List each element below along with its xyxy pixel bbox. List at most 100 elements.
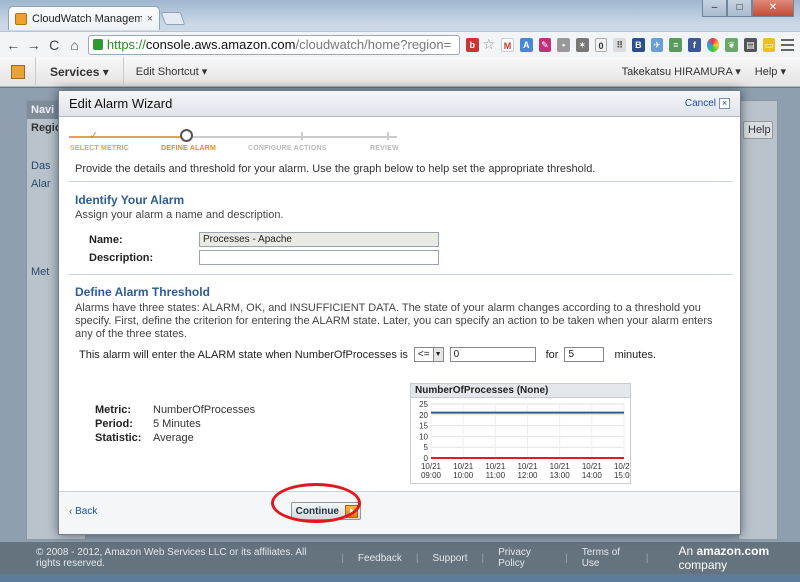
bookmark-star-icon[interactable]: ☆ — [483, 36, 496, 53]
statistic-label: Statistic: — [95, 432, 142, 444]
aws-logo[interactable] — [0, 56, 36, 87]
extension-lines-icon[interactable]: ≡ — [669, 37, 683, 52]
terms-of-use-link[interactable]: Terms of Use — [582, 547, 632, 569]
y-tick-label-2: 15 — [419, 422, 428, 431]
alarm-condition-row: This alarm will enter the ALARM state wh… — [79, 347, 656, 362]
extension-red-icon[interactable]: b — [465, 37, 479, 52]
feedback-link[interactable]: Feedback — [358, 553, 402, 564]
support-link[interactable]: Support — [432, 553, 467, 564]
translate-icon[interactable]: A — [519, 37, 533, 52]
url-path: /cloudwatch/home?region= — [295, 37, 452, 52]
x-tick-date-3: 10/21 — [517, 462, 538, 471]
x-tick-date-6: 10/21 — [614, 462, 630, 471]
minutes-label: minutes. — [614, 348, 657, 361]
gmail-icon[interactable]: M — [501, 37, 514, 52]
aws-console-header: Services ▾ Edit Shortcut ▾ Takekatsu HIR… — [0, 56, 800, 87]
threshold-description: Alarms have three states: ALARM, OK, and… — [75, 302, 713, 340]
y-tick-label-3: 10 — [419, 432, 428, 441]
threshold-input[interactable]: 0 — [449, 347, 536, 362]
user-menu[interactable]: Takekatsu HIRAMURA ▾ — [622, 65, 741, 78]
operator-select[interactable]: <= ▼ — [413, 347, 444, 362]
wizard-steps: ✓ SELECT METRIC DEFINE ALARM CONFIGURE A… — [59, 123, 740, 157]
lock-icon — [92, 39, 103, 50]
chart-title: NumberOfProcesses (None) — [411, 384, 630, 398]
extension-color-icon[interactable] — [706, 37, 720, 52]
close-icon: × — [719, 98, 730, 109]
extension-b-icon[interactable]: B — [632, 37, 645, 52]
chart-plot: 252015105010/2109:0010/2110:0010/2111:00… — [419, 400, 630, 480]
edit-shortcut-menu[interactable]: Edit Shortcut ▾ — [124, 65, 220, 78]
aws-favicon-icon — [15, 12, 27, 25]
browser-toolbar: ← → C ⌂ https://console.aws.amazon.com/c… — [0, 31, 800, 57]
reload-icon[interactable]: C — [47, 37, 61, 53]
highlight-annotation-circle — [271, 483, 361, 523]
back-button[interactable]: ‹ Back — [69, 506, 97, 517]
browser-chrome: CloudWatch Managemen × – □ ✕ ← → C ⌂ htt… — [0, 0, 800, 57]
operator-value: <= — [417, 349, 430, 360]
metric-chart: NumberOfProcesses (None) 25 20 15 10 5 0 10/21… — [410, 383, 631, 484]
y-tick-label-4: 5 — [424, 443, 429, 452]
x-tick-time-4: 13:00 — [550, 471, 571, 480]
metric-value: NumberOfProcesses — [153, 404, 256, 416]
new-tab-button[interactable] — [160, 12, 186, 25]
extension-gray-icon[interactable]: ▪ — [557, 37, 570, 52]
amazon-company-logo: An amazon.com company — [678, 544, 770, 572]
evernote-icon[interactable]: ❦ — [725, 37, 738, 52]
counter-badge[interactable]: 0 — [594, 37, 608, 52]
dropdown-arrow-icon: ▼ — [432, 348, 443, 361]
extension-pink-icon[interactable]: ✎ — [538, 37, 552, 52]
back-arrow-icon[interactable]: ← — [6, 37, 20, 53]
extension-dots-icon[interactable]: ⠿ — [613, 37, 627, 52]
step-select-metric: SELECT METRIC — [70, 145, 129, 152]
x-tick-date-2: 10/21 — [485, 462, 506, 471]
privacy-policy-link[interactable]: Privacy Policy — [498, 547, 551, 569]
extension-book-icon[interactable]: ▤ — [744, 37, 757, 52]
identify-section-title: Identify Your Alarm — [75, 193, 185, 207]
extension-yellow-icon[interactable]: ▭ — [762, 37, 776, 52]
background-help-button: Help — [743, 121, 773, 139]
extension-share-icon[interactable]: ✈ — [650, 37, 664, 52]
x-tick-date-4: 10/21 — [550, 462, 571, 471]
window-close-button[interactable]: ✕ — [752, 0, 794, 17]
tab-title: CloudWatch Managemen — [32, 12, 142, 25]
help-menu[interactable]: Help ▾ — [755, 65, 786, 78]
edit-alarm-wizard-dialog: Edit Alarm Wizard Cancel × ✓ SELECT METR… — [58, 90, 741, 535]
name-input[interactable]: Processes - Apache — [199, 232, 439, 247]
description-input[interactable] — [199, 250, 439, 265]
background-right-panel: Help — [738, 100, 778, 540]
x-tick-date-0: 10/21 — [421, 462, 442, 471]
minimize-button[interactable]: – — [702, 0, 727, 17]
home-icon[interactable]: ⌂ — [67, 37, 81, 53]
dialog-footer: ‹ Back Continue — [59, 491, 740, 534]
forward-arrow-icon[interactable]: → — [26, 37, 41, 53]
x-tick-date-5: 10/21 — [582, 462, 603, 471]
browser-menu-icon[interactable] — [781, 38, 794, 51]
y-tick-label-0: 25 — [419, 400, 428, 409]
maximize-button[interactable]: □ — [727, 0, 752, 17]
browser-tab[interactable]: CloudWatch Managemen × — [8, 6, 160, 30]
condition-prefix: This alarm will enter the ALARM state wh… — [79, 348, 408, 361]
intro-text: Provide the details and threshold for yo… — [75, 163, 596, 175]
step-current-icon — [180, 129, 193, 142]
address-bar[interactable]: https://console.aws.amazon.com/cloudwatc… — [87, 34, 460, 55]
threshold-section-title: Define Alarm Threshold — [75, 285, 210, 299]
x-tick-date-1: 10/21 — [453, 462, 474, 471]
x-tick-time-6: 15:00 — [614, 471, 630, 480]
cancel-button[interactable]: Cancel × — [685, 98, 730, 109]
tab-close-icon[interactable]: × — [147, 13, 153, 25]
period-value: 5 Minutes — [153, 418, 201, 430]
dialog-title-bar: Edit Alarm Wizard Cancel × — [59, 91, 740, 117]
step-done-check-icon: ✓ — [89, 130, 99, 142]
x-tick-time-5: 14:00 — [582, 471, 603, 480]
description-label: Description: — [89, 252, 154, 264]
periods-input[interactable]: 5 — [564, 347, 605, 362]
identify-section-subtitle: Assign your alarm a name and description… — [75, 209, 284, 221]
url-host: console.aws.amazon.com — [145, 37, 296, 52]
extension-f-icon[interactable]: f — [688, 37, 701, 52]
cancel-label: Cancel — [684, 98, 716, 109]
url-scheme: https:// — [106, 37, 146, 52]
wrench-icon[interactable]: ✶ — [575, 37, 589, 52]
step-review: REVIEW — [370, 145, 399, 152]
page-footer: © 2008 - 2012, Amazon Web Services LLC o… — [0, 542, 800, 574]
services-menu[interactable]: Services ▾ — [36, 56, 124, 87]
